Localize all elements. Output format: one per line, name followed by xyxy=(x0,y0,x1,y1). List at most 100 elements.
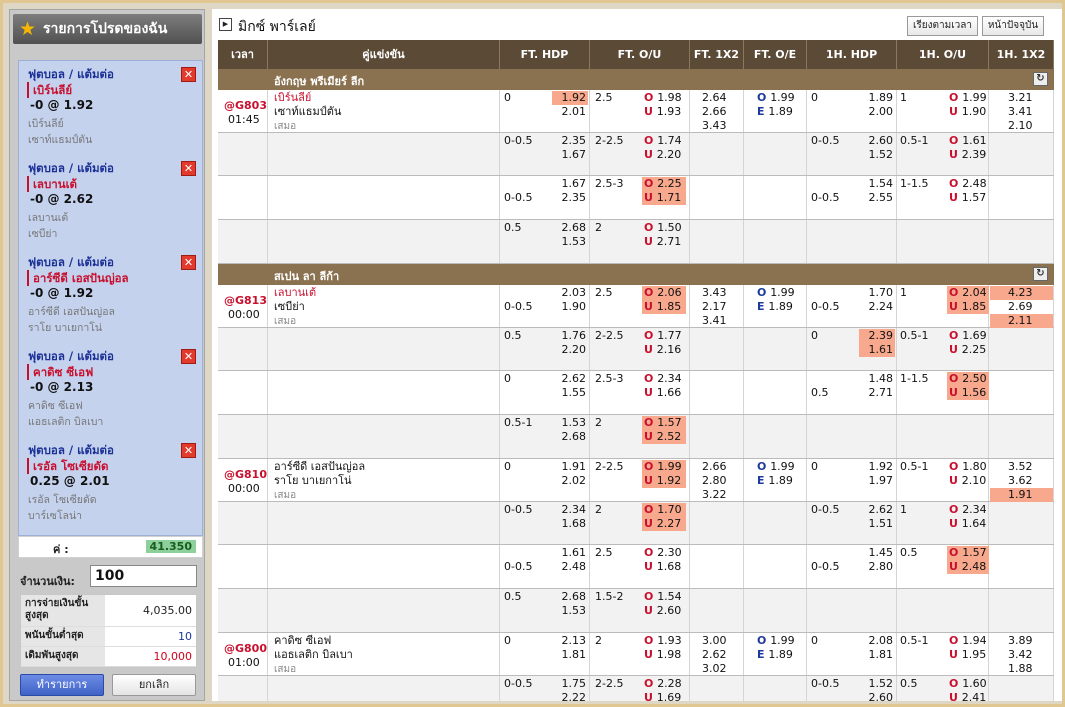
1h-over-odds[interactable]: O 1.61 xyxy=(947,134,989,148)
ft-hdp-home-odds[interactable]: 2.35 xyxy=(552,134,588,148)
ft-hdp-home-odds[interactable]: 1.67 xyxy=(552,177,588,191)
1h-hdp-home-odds[interactable]: 1.48 xyxy=(859,372,895,386)
1h-hdp-home-odds[interactable]: 1.54 xyxy=(859,177,895,191)
ft-under-odds[interactable]: U 1.68 xyxy=(642,560,686,574)
ft-1x2-draw[interactable]: 3.41 xyxy=(702,314,727,328)
ft-hdp-home-odds[interactable]: 1.61 xyxy=(552,546,588,560)
1h-1x2-home[interactable]: 3.52 xyxy=(990,460,1053,474)
1h-hdp-away-odds[interactable]: 1.51 xyxy=(859,517,895,531)
ft-under-odds[interactable]: U 1.92 xyxy=(642,474,686,488)
remove-bet-icon[interactable]: ✕ xyxy=(181,255,196,270)
ft-even-odds[interactable]: E 1.89 xyxy=(757,300,793,314)
1h-over-odds[interactable]: O 1.57 xyxy=(947,546,989,560)
ft-even-odds[interactable]: E 1.89 xyxy=(757,474,793,488)
ft-hdp-home-odds[interactable]: 1.76 xyxy=(552,329,588,343)
1h-hdp-home-odds[interactable]: 1.92 xyxy=(859,460,895,474)
ft-hdp-away-odds[interactable]: 1.53 xyxy=(552,235,588,249)
current-page-button[interactable]: หน้าปัจจุบัน xyxy=(982,16,1044,36)
ft-over-odds[interactable]: O 2.30 xyxy=(642,546,686,560)
1h-over-odds[interactable]: O 1.99 xyxy=(947,91,989,105)
1h-1x2-draw[interactable]: 2.10 xyxy=(990,119,1053,133)
1h-under-odds[interactable]: U 2.41 xyxy=(947,691,989,701)
1h-over-odds[interactable]: O 1.80 xyxy=(947,460,989,474)
ft-1x2-draw[interactable]: 3.02 xyxy=(702,662,727,676)
ft-hdp-home-odds[interactable]: 2.68 xyxy=(552,221,588,235)
ft-under-odds[interactable]: U 2.52 xyxy=(642,430,686,444)
ft-1x2-draw[interactable]: 3.43 xyxy=(702,119,727,133)
ft-1x2-home[interactable]: 2.66 xyxy=(702,460,727,474)
remove-bet-icon[interactable]: ✕ xyxy=(181,443,196,458)
ft-hdp-away-odds[interactable]: 2.68 xyxy=(552,430,588,444)
1h-over-odds[interactable]: O 2.48 xyxy=(947,177,989,191)
ft-even-odds[interactable]: E 1.89 xyxy=(757,105,793,119)
ft-over-odds[interactable]: O 2.34 xyxy=(642,372,686,386)
1h-1x2-away[interactable]: 3.42 xyxy=(990,648,1053,662)
1h-over-odds[interactable]: O 1.94 xyxy=(947,634,989,648)
ft-1x2-away[interactable]: 2.66 xyxy=(702,105,727,119)
1h-hdp-away-odds[interactable]: 2.55 xyxy=(859,191,895,205)
ft-hdp-away-odds[interactable]: 1.81 xyxy=(552,648,588,662)
ft-1x2-home[interactable]: 3.43 xyxy=(702,286,727,300)
ft-hdp-away-odds[interactable]: 2.01 xyxy=(552,105,588,119)
ft-1x2-away[interactable]: 2.17 xyxy=(702,300,727,314)
ft-1x2-away[interactable]: 2.62 xyxy=(702,648,727,662)
1h-hdp-away-odds[interactable]: 1.97 xyxy=(859,474,895,488)
1h-1x2-home[interactable]: 3.89 xyxy=(990,634,1053,648)
remove-bet-icon[interactable]: ✕ xyxy=(181,161,196,176)
1h-hdp-home-odds[interactable]: 1.52 xyxy=(859,677,895,691)
ft-hdp-home-odds[interactable]: 2.13 xyxy=(552,634,588,648)
ft-under-odds[interactable]: U 1.69 xyxy=(642,691,686,701)
1h-1x2-draw[interactable]: 1.88 xyxy=(990,662,1053,676)
ft-hdp-home-odds[interactable]: 2.62 xyxy=(552,372,588,386)
ft-1x2-away[interactable]: 2.80 xyxy=(702,474,727,488)
ft-over-odds[interactable]: O 2.06 xyxy=(642,286,686,300)
1h-hdp-home-odds[interactable]: 2.39 xyxy=(859,329,895,343)
ft-hdp-home-odds[interactable]: 1.53 xyxy=(552,416,588,430)
ft-hdp-away-odds[interactable]: 2.02 xyxy=(552,474,588,488)
ft-under-odds[interactable]: U 1.98 xyxy=(642,648,686,662)
1h-under-odds[interactable]: U 2.39 xyxy=(947,148,989,162)
1h-1x2-away[interactable]: 3.41 xyxy=(990,105,1053,119)
refresh-icon[interactable]: ↻ xyxy=(1033,267,1048,281)
1h-under-odds[interactable]: U 2.25 xyxy=(947,343,989,357)
1h-over-odds[interactable]: O 2.04 xyxy=(947,286,989,300)
ft-odd-odds[interactable]: O 1.99 xyxy=(757,460,795,474)
ft-hdp-away-odds[interactable]: 2.48 xyxy=(552,560,588,574)
1h-under-odds[interactable]: U 1.56 xyxy=(947,386,989,400)
1h-1x2-away[interactable]: 3.62 xyxy=(990,474,1053,488)
ft-odd-odds[interactable]: O 1.99 xyxy=(757,634,795,648)
1h-hdp-home-odds[interactable]: 2.60 xyxy=(859,134,895,148)
1h-under-odds[interactable]: U 2.48 xyxy=(947,560,989,574)
refresh-icon[interactable]: ↻ xyxy=(1033,72,1048,86)
ft-hdp-away-odds[interactable]: 2.20 xyxy=(552,343,588,357)
ft-hdp-away-odds[interactable]: 1.67 xyxy=(552,148,588,162)
ft-hdp-away-odds[interactable]: 1.68 xyxy=(552,517,588,531)
remove-bet-icon[interactable]: ✕ xyxy=(181,349,196,364)
1h-hdp-away-odds[interactable]: 1.61 xyxy=(859,343,895,357)
cancel-button[interactable]: ยกเลิก xyxy=(112,674,196,696)
1h-hdp-home-odds[interactable]: 2.62 xyxy=(859,503,895,517)
ft-under-odds[interactable]: U 2.60 xyxy=(642,604,686,618)
1h-hdp-away-odds[interactable]: 2.24 xyxy=(859,300,895,314)
ft-over-odds[interactable]: O 1.99 xyxy=(642,460,686,474)
ft-1x2-home[interactable]: 3.00 xyxy=(702,634,727,648)
ft-over-odds[interactable]: O 2.28 xyxy=(642,677,686,691)
ft-hdp-home-odds[interactable]: 2.03 xyxy=(552,286,588,300)
submit-button[interactable]: ทำรายการ xyxy=(20,674,104,696)
ft-over-odds[interactable]: O 1.54 xyxy=(642,590,686,604)
ft-hdp-away-odds[interactable]: 1.90 xyxy=(552,300,588,314)
1h-hdp-away-odds[interactable]: 1.81 xyxy=(859,648,895,662)
ft-hdp-home-odds[interactable]: 2.34 xyxy=(552,503,588,517)
1h-over-odds[interactable]: O 2.50 xyxy=(947,372,989,386)
ft-odd-odds[interactable]: O 1.99 xyxy=(757,91,795,105)
1h-hdp-away-odds[interactable]: 2.00 xyxy=(859,105,895,119)
ft-under-odds[interactable]: U 1.93 xyxy=(642,105,686,119)
1h-hdp-away-odds[interactable]: 2.80 xyxy=(859,560,895,574)
1h-under-odds[interactable]: U 1.64 xyxy=(947,517,989,531)
1h-over-odds[interactable]: O 1.69 xyxy=(947,329,989,343)
ft-hdp-home-odds[interactable]: 2.68 xyxy=(552,590,588,604)
ft-under-odds[interactable]: U 2.16 xyxy=(642,343,686,357)
ft-over-odds[interactable]: O 1.70 xyxy=(642,503,686,517)
ft-under-odds[interactable]: U 1.66 xyxy=(642,386,686,400)
ft-over-odds[interactable]: O 1.57 xyxy=(642,416,686,430)
